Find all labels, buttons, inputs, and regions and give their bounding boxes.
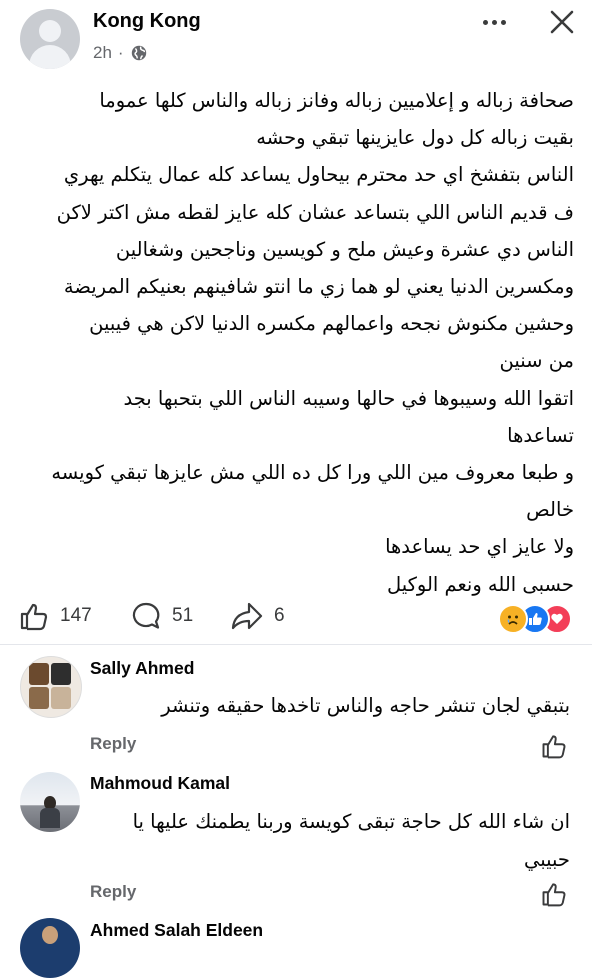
avatar[interactable] (20, 772, 80, 832)
share-button[interactable]: 6 (230, 596, 285, 636)
commenter-name[interactable]: Sally Ahmed (90, 658, 194, 679)
author-avatar[interactable] (20, 9, 80, 69)
share-arrow-icon (231, 602, 263, 630)
commenter-name[interactable]: Mahmoud Kamal (90, 773, 230, 794)
share-count: 6 (274, 605, 285, 626)
comment-text: ان شاء الله كل حاجة تبقى كويسة وربنا يطم… (90, 803, 570, 879)
comment-bubble-icon (132, 602, 160, 629)
post-line: ولا عايز اي حد يساعدها (385, 535, 574, 559)
post-line: صحافة زباله و إعلاميين زباله وفانز زباله… (99, 89, 574, 112)
more-horizontal-icon (482, 19, 488, 25)
comment-text: بتبقي لجان تنشر حاجه والناس تاخدها حقيقه… (90, 687, 570, 725)
more-options-button[interactable] (476, 8, 512, 36)
reply-button[interactable]: Reply (90, 882, 136, 902)
comment-count: 51 (172, 605, 194, 626)
thumbs-up-icon (20, 603, 48, 631)
divider (0, 644, 592, 645)
sad-reaction-icon (498, 604, 528, 634)
post-line: اتقوا الله وسيبوها في حالها وسيبه الناس … (123, 386, 574, 410)
comment-line: حبيبي (524, 848, 570, 871)
post-line: الناس بتفشخ اي حد محترم بيحاول يساعد كله… (63, 163, 574, 187)
comment-button[interactable]: 51 (130, 596, 193, 636)
post-line: و طبعا معروف مين اللي ورا كل ده اللي مش … (51, 461, 574, 485)
post-time[interactable]: 2h (93, 43, 112, 63)
post-line: ف قديم الناس اللي بتساعد عشان كله عايز ل… (56, 200, 574, 224)
comment-like-button[interactable] (540, 880, 570, 910)
like-count: 147 (60, 605, 92, 626)
close-button[interactable] (544, 4, 580, 40)
commenter-name[interactable]: Ahmed Salah Eldeen (90, 920, 263, 941)
comment-line: ان شاء الله كل حاجة تبقى كويسة وربنا يطم… (132, 810, 570, 833)
comment-line: بتبقي لجان تنشر حاجه والناس تاخدها حقيقه… (161, 694, 570, 717)
post-line: تساعدها (507, 423, 574, 447)
post-line: ومكسرين الدنيا يعني لو هما زي ما انتو شا… (63, 275, 574, 299)
thumbs-up-icon (542, 883, 566, 907)
post-line: وحشين مكنوش نجحه واعمالهم مكسره الدنيا ل… (89, 312, 574, 336)
post-line: بقيت زباله كل دول عايزينها تبقي وحشه (256, 126, 574, 150)
post-meta: 2h · (93, 43, 148, 63)
post-body: صحافة زباله و إعلاميين زباله وفانز زباله… (18, 82, 574, 603)
post-line: خالص (526, 498, 574, 522)
post-header: Kong Kong 2h · (0, 0, 592, 80)
close-icon (550, 10, 574, 34)
reply-button[interactable]: Reply (90, 734, 136, 754)
post-line: من سنين (499, 349, 574, 373)
comment-like-button[interactable] (540, 732, 570, 762)
reaction-summary[interactable] (498, 604, 578, 634)
like-button[interactable]: 147 (18, 596, 92, 636)
avatar[interactable] (20, 918, 80, 978)
thumbs-up-icon (542, 735, 566, 759)
post-line: الناس دي عشرة وعيش ملح و كويسين وناجحين … (115, 237, 574, 261)
author-name[interactable]: Kong Kong (93, 10, 201, 33)
separator-dot: · (117, 43, 124, 62)
avatar[interactable] (20, 656, 82, 718)
globe-icon (131, 45, 146, 61)
